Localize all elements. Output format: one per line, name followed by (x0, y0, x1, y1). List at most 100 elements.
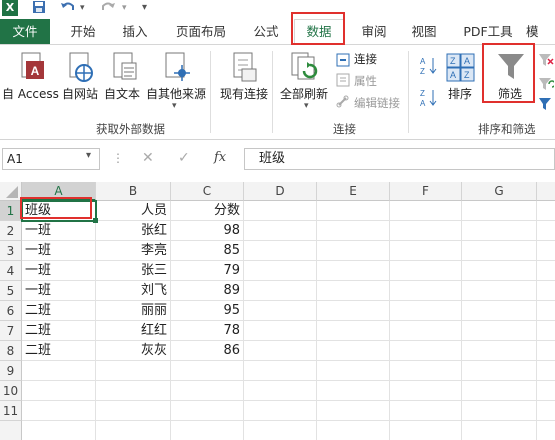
cell-b6[interactable]: 丽丽 (96, 301, 171, 321)
cell-a8[interactable]: 二班 (22, 341, 96, 361)
tab-file[interactable]: 文件 (0, 19, 50, 44)
cell-c5[interactable]: 89 (171, 281, 244, 301)
row-header-5[interactable]: 5 (0, 281, 22, 301)
svg-text:A: A (420, 99, 426, 108)
row-header-8[interactable]: 8 (0, 341, 22, 361)
fill-handle[interactable] (93, 218, 98, 223)
insert-function-icon[interactable]: fx (214, 150, 226, 165)
title-bar: X ▾ ▾ ▾ (0, 0, 555, 18)
cell-c8[interactable]: 86 (171, 341, 244, 361)
row-header-10[interactable]: 10 (0, 381, 22, 401)
cell-c6[interactable]: 95 (171, 301, 244, 321)
sort-ascending-icon[interactable]: AZ (420, 55, 438, 77)
tab-review[interactable]: 审阅 (352, 20, 396, 44)
cell-c4[interactable]: 79 (171, 261, 244, 281)
cancel-icon[interactable]: ✕ (142, 150, 154, 166)
cell-a6[interactable]: 二班 (22, 301, 96, 321)
tab-home[interactable]: 开始 (58, 20, 108, 44)
sort-icon[interactable]: ZAAZ (446, 53, 476, 83)
refresh-all-dropdown-icon[interactable]: ▾ (304, 101, 309, 111)
sort-filter-group-label: 排序和筛选 (478, 122, 536, 136)
column-header-f[interactable]: F (390, 182, 462, 201)
clear-filter-icon[interactable] (538, 53, 554, 67)
from-web-button[interactable] (64, 51, 96, 85)
refresh-all-button[interactable] (290, 51, 322, 85)
connections-button[interactable]: 连接 (354, 51, 377, 67)
enter-icon[interactable]: ✓ (178, 150, 190, 166)
column-header-b[interactable]: B (96, 182, 171, 201)
tab-view[interactable]: 视图 (402, 20, 446, 44)
redo-dropdown-icon[interactable]: ▾ (122, 0, 127, 16)
ribbon-tabs: 文件 开始 插入 页面布局 公式 数据 审阅 视图 PDF工具 模 (0, 12, 555, 46)
existing-connections-button[interactable] (228, 51, 260, 85)
formula-input[interactable]: 班级 (244, 148, 555, 170)
cell-b5[interactable]: 刘飞 (96, 281, 171, 301)
column-header-d[interactable]: D (244, 182, 317, 201)
cell-a1-highlight (20, 197, 92, 219)
cell-b7[interactable]: 红红 (96, 321, 171, 341)
properties-button[interactable]: 属性 (354, 73, 377, 89)
undo-dropdown-icon[interactable]: ▾ (80, 0, 85, 16)
column-header-e[interactable]: E (317, 182, 390, 201)
reapply-filter-icon[interactable] (538, 77, 555, 91)
sort-descending-icon[interactable]: ZA (420, 87, 438, 109)
tab-page-layout[interactable]: 页面布局 (166, 20, 236, 44)
cell-b1[interactable]: 人员 (96, 201, 171, 221)
row-header-9[interactable]: 9 (0, 361, 22, 381)
cell-b2[interactable]: 张红 (96, 221, 171, 241)
tab-pdf-tools[interactable]: PDF工具 (456, 20, 520, 44)
tab-formulas[interactable]: 公式 (244, 20, 288, 44)
cell-c3[interactable]: 85 (171, 241, 244, 261)
select-all-corner[interactable] (0, 182, 22, 201)
cell-a5[interactable]: 一班 (22, 281, 96, 301)
name-box-dropdown-icon[interactable]: ▾ (86, 150, 91, 161)
customize-quick-access-icon[interactable]: ▾ (142, 0, 147, 16)
cell-a2[interactable]: 一班 (22, 221, 96, 241)
redo-icon[interactable] (100, 0, 116, 19)
filter-highlight (482, 43, 535, 103)
cell-a3[interactable]: 一班 (22, 241, 96, 261)
from-text-button[interactable] (108, 51, 140, 85)
row-header-12[interactable] (0, 421, 22, 440)
edit-links-icon (336, 95, 350, 109)
cell-b8[interactable]: 灰灰 (96, 341, 171, 361)
row-header-11[interactable]: 11 (0, 401, 22, 421)
undo-icon[interactable] (60, 0, 76, 19)
formula-bar-grip-icon: ⋮ (112, 151, 124, 165)
svg-text:Z: Z (420, 67, 425, 76)
row-header-7[interactable]: 7 (0, 321, 22, 341)
row-header-6[interactable]: 6 (0, 301, 22, 321)
advanced-filter-icon[interactable] (538, 97, 554, 111)
connections-group-label: 连接 (333, 122, 356, 136)
worksheet-grid[interactable]: A B C D E F G 1 2 3 4 5 6 7 8 9 10 11 班级… (0, 182, 555, 440)
cell-a7[interactable]: 二班 (22, 321, 96, 341)
cell-c1[interactable]: 分数 (171, 201, 244, 221)
column-header-h[interactable] (537, 182, 555, 201)
row-header-2[interactable]: 2 (0, 221, 22, 241)
tab-insert[interactable]: 插入 (112, 20, 158, 44)
save-icon[interactable] (32, 0, 46, 19)
sort-button[interactable]: 排序 (448, 85, 472, 102)
properties-icon (336, 73, 350, 87)
from-access-label: 自 Access (2, 87, 59, 101)
svg-text:Z: Z (464, 70, 470, 80)
row-header-4[interactable]: 4 (0, 261, 22, 281)
row-header-3[interactable]: 3 (0, 241, 22, 261)
row-header-1[interactable]: 1 (0, 201, 22, 221)
svg-text:A: A (420, 57, 426, 66)
column-header-g[interactable]: G (462, 182, 537, 201)
from-web-label: 自网站 (62, 87, 99, 101)
cell-b3[interactable]: 李亮 (96, 241, 171, 261)
get-external-data-group-label: 获取外部数据 (96, 122, 165, 136)
edit-links-button[interactable]: 编辑链接 (354, 95, 400, 111)
cell-c7[interactable]: 78 (171, 321, 244, 341)
svg-text:Z: Z (420, 89, 425, 98)
cell-b4[interactable]: 张三 (96, 261, 171, 281)
from-other-sources-button[interactable] (160, 51, 192, 85)
tab-more[interactable]: 模 (526, 20, 555, 44)
from-other-sources-dropdown-icon[interactable]: ▾ (172, 101, 177, 111)
column-header-c[interactable]: C (171, 182, 244, 201)
cell-c2[interactable]: 98 (171, 221, 244, 241)
cell-a4[interactable]: 一班 (22, 261, 96, 281)
svg-text:A: A (450, 70, 456, 80)
